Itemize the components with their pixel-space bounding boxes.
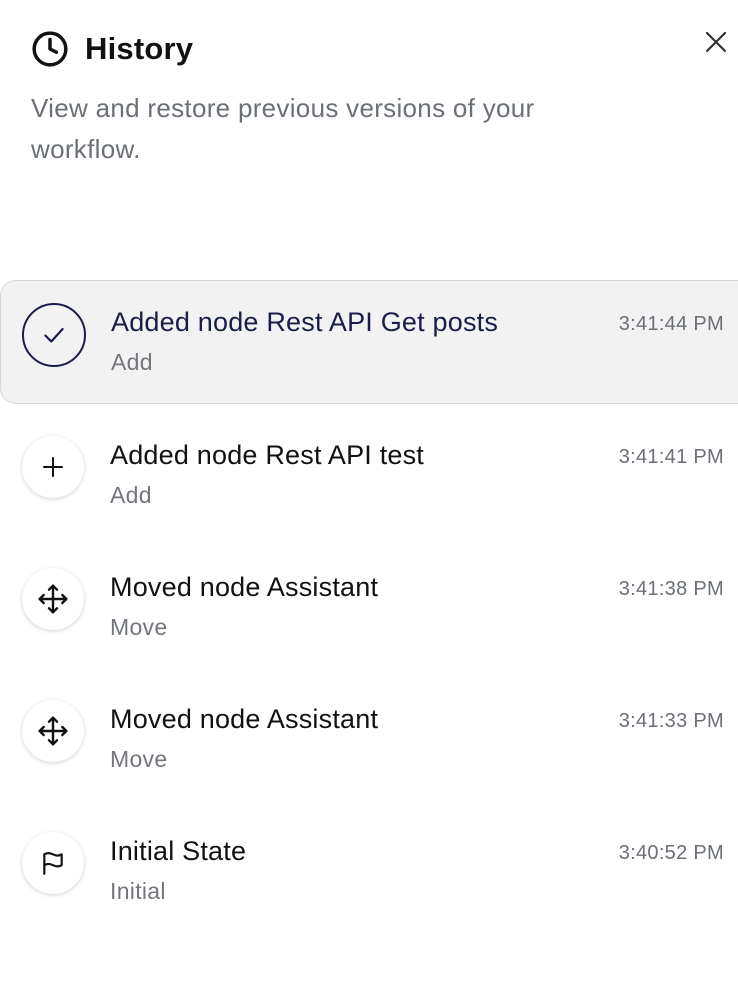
plus-icon bbox=[22, 436, 84, 498]
history-item-title: Initial State bbox=[110, 836, 247, 866]
move-icon bbox=[22, 700, 84, 762]
history-item-type: Add bbox=[111, 349, 153, 375]
history-item-type: Initial bbox=[110, 878, 166, 904]
history-item-time: 3:41:41 PM bbox=[618, 446, 724, 468]
history-item-title: Added node Rest API Get posts bbox=[111, 307, 499, 337]
history-item[interactable]: Added node Rest API test Add 3:41:41 PM bbox=[0, 412, 738, 536]
close-button[interactable] bbox=[700, 28, 732, 60]
history-item[interactable]: Moved node Assistant Move 3:41:33 PM bbox=[0, 676, 738, 800]
check-icon bbox=[22, 303, 86, 367]
history-item-title: Moved node Assistant bbox=[110, 704, 379, 734]
panel-description: View and restore previous versions of yo… bbox=[31, 93, 535, 164]
history-item-title: Added node Rest API test bbox=[110, 440, 425, 470]
history-item-time: 3:41:33 PM bbox=[618, 710, 724, 732]
close-icon bbox=[704, 30, 728, 59]
history-item-type: Move bbox=[110, 746, 168, 772]
history-item-time: 3:40:52 PM bbox=[618, 842, 724, 864]
history-item-type: Move bbox=[110, 614, 168, 640]
history-item[interactable]: Added node Rest API Get posts Add 3:41:4… bbox=[0, 280, 738, 404]
history-item-time: 3:41:38 PM bbox=[618, 578, 724, 600]
history-item-title: Moved node Assistant bbox=[110, 572, 379, 602]
panel-header: History bbox=[31, 30, 193, 68]
history-item[interactable]: Moved node Assistant Move 3:41:38 PM bbox=[0, 544, 738, 668]
history-panel: History View and restore previous versio… bbox=[0, 0, 738, 988]
move-icon bbox=[22, 568, 84, 630]
history-item[interactable]: Initial State Initial 3:40:52 PM bbox=[0, 808, 738, 932]
clock-icon bbox=[31, 30, 69, 68]
history-item-type: Add bbox=[110, 482, 152, 508]
history-item-time: 3:41:44 PM bbox=[618, 313, 724, 335]
page-title: History bbox=[85, 31, 194, 66]
history-list: Added node Rest API Get posts Add 3:41:4… bbox=[0, 280, 738, 940]
flag-icon bbox=[22, 832, 84, 894]
